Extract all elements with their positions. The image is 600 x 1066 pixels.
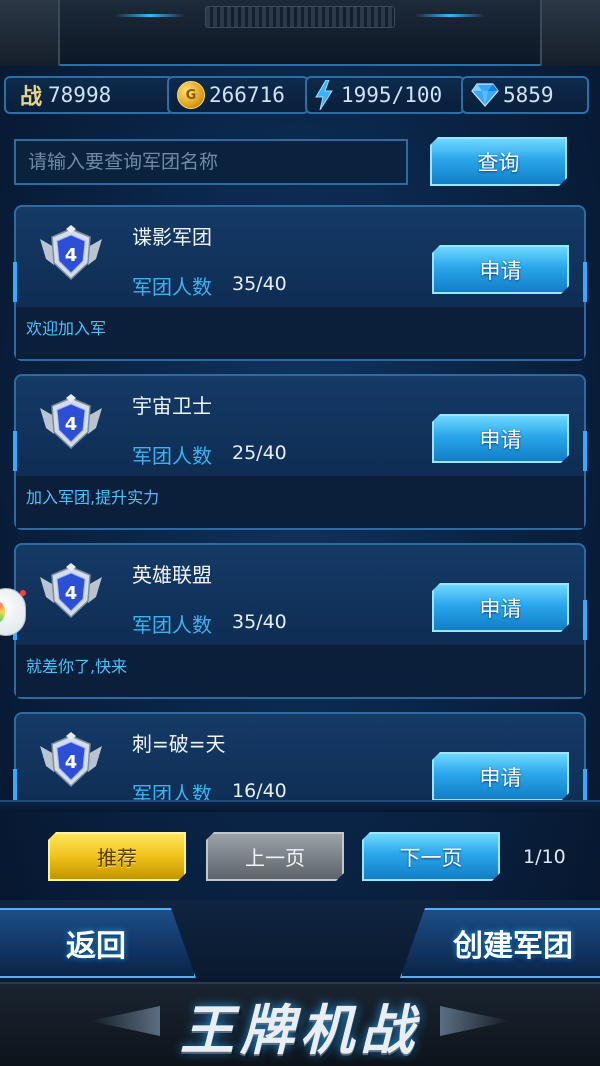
frame-light-left	[115, 14, 185, 17]
gold: G 266716	[167, 76, 309, 114]
guild-description: 加入军团,提升实力	[26, 488, 160, 507]
card-edge-left	[13, 431, 17, 471]
guild-card: 4 宇宙卫士 军团人数 25/40 加入军团,提升实力 申请	[13, 374, 587, 530]
frame-corner-left	[0, 0, 60, 66]
card-edge-left	[13, 262, 17, 302]
search-button[interactable]: 查询	[430, 137, 567, 186]
svg-text:4: 4	[65, 752, 78, 773]
member-count-label: 军团人数	[132, 444, 212, 468]
frame-corner-right	[540, 0, 600, 66]
create-guild-button[interactable]: 创建军团	[400, 908, 600, 978]
prev-page-button[interactable]: 上一页	[206, 832, 344, 881]
guild-search-screen: 战 78998 G 266716 1995/100 5859 查询	[0, 0, 600, 1066]
guild-card: 4 刺=破=天 军团人数 16/40 申请	[13, 712, 587, 800]
card-edge-right	[583, 769, 587, 800]
energy: 1995/100	[305, 76, 465, 114]
member-count: 16/40	[232, 780, 287, 800]
gold-coin-icon: G	[177, 81, 205, 109]
guild-name: 刺=破=天	[132, 732, 226, 756]
resource-bar: 战 78998 G 266716 1995/100 5859	[0, 76, 600, 116]
guild-list[interactable]: 4 谍影军团 军团人数 35/40 欢迎加入军 申请 4 宇宙卫士 军团人数 2…	[0, 200, 600, 800]
guild-description: 欢迎加入军	[26, 319, 107, 338]
guild-card: 4 谍影军团 军团人数 35/40 欢迎加入军 申请	[13, 205, 587, 361]
frame-vent	[205, 6, 395, 28]
notification-dot	[20, 590, 26, 596]
guild-rank-badge-icon: 4	[40, 732, 102, 788]
battle-power-value: 78998	[48, 83, 112, 107]
guild-rank-badge-icon: 4	[40, 225, 102, 281]
guild-name: 英雄联盟	[132, 563, 212, 587]
battle-power: 战 78998	[4, 76, 174, 114]
guild-description: 就差你了,快来	[26, 657, 128, 676]
page-indicator: 1/10	[523, 846, 566, 868]
member-count: 25/40	[232, 442, 287, 464]
frame-light-right	[415, 14, 485, 17]
guild-name: 宇宙卫士	[132, 394, 212, 418]
gems: 5859	[461, 76, 589, 114]
lightning-icon	[315, 80, 333, 110]
guild-search-input[interactable]	[14, 139, 408, 185]
gold-value: 266716	[209, 83, 285, 107]
card-edge-right	[583, 262, 587, 302]
svg-text:4: 4	[65, 245, 78, 266]
card-edge-right	[583, 600, 587, 640]
svg-text:4: 4	[65, 583, 78, 604]
guild-card: 4 英雄联盟 军团人数 35/40 就差你了,快来 申请	[13, 543, 587, 699]
game-logo: 王牌机战	[180, 998, 420, 1062]
apply-button[interactable]: 申请	[432, 245, 569, 294]
member-count: 35/40	[232, 611, 287, 633]
energy-value: 1995/100	[341, 83, 443, 107]
next-page-button[interactable]: 下一页	[362, 832, 500, 881]
gems-value: 5859	[503, 83, 554, 107]
guild-rank-badge-icon: 4	[40, 563, 102, 619]
diamond-icon	[471, 83, 499, 107]
apply-button[interactable]: 申请	[432, 752, 569, 800]
recommend-button[interactable]: 推荐	[48, 832, 186, 881]
battle-power-icon: 战	[20, 85, 43, 110]
apply-button[interactable]: 申请	[432, 414, 569, 463]
guild-name: 谍影军团	[132, 225, 212, 249]
member-count-label: 军团人数	[132, 275, 212, 299]
member-count: 35/40	[232, 273, 287, 295]
back-button[interactable]: 返回	[0, 908, 196, 978]
guild-rank-badge-icon: 4	[40, 394, 102, 450]
member-count-label: 军团人数	[132, 782, 212, 800]
card-edge-right	[583, 431, 587, 471]
list-divider	[0, 800, 600, 812]
floating-assistant-icon	[0, 601, 5, 623]
member-count-label: 军团人数	[132, 613, 212, 637]
card-edge-left	[13, 769, 17, 800]
svg-text:4: 4	[65, 414, 78, 435]
top-frame	[0, 0, 600, 66]
apply-button[interactable]: 申请	[432, 583, 569, 632]
